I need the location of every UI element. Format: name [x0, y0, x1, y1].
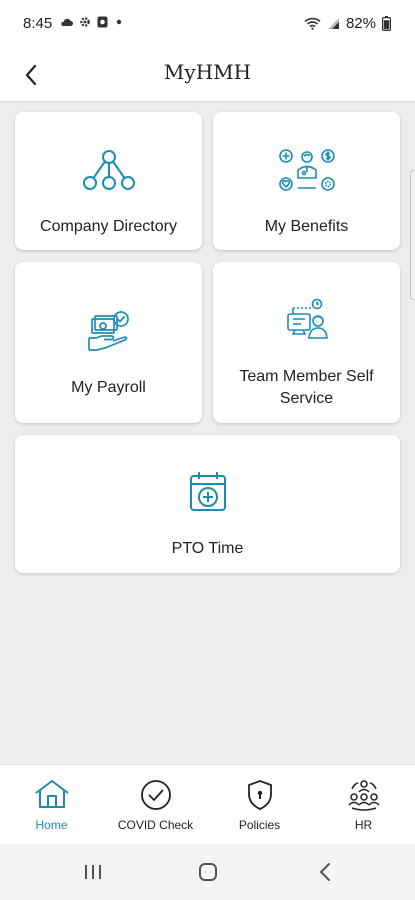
page-title: MyHMH	[163, 60, 252, 84]
app-bar: MyHMH	[0, 48, 415, 102]
tile-grid: Company Directory My Benefits My Payroll…	[0, 102, 415, 764]
system-navigation-bar	[0, 844, 415, 900]
status-bar: 8:45 82%	[0, 0, 415, 48]
home-system-button[interactable]	[193, 858, 223, 886]
battery-percent: 82%	[345, 15, 376, 32]
recents-button[interactable]	[78, 858, 108, 886]
wifi-icon	[304, 17, 321, 30]
nav-label: COVID Check	[117, 818, 194, 832]
shield-lock-icon	[247, 780, 272, 810]
tile-label: Company Directory	[40, 218, 177, 235]
dot-icon	[116, 19, 122, 25]
status-left-icons	[60, 16, 124, 28]
self-service-icon	[286, 298, 328, 339]
tile-label: My Benefits	[264, 218, 349, 235]
cloud-icon	[61, 18, 73, 26]
payroll-hand-icon	[87, 311, 129, 351]
status-time: 8:45	[23, 15, 53, 32]
check-circle-icon	[140, 780, 171, 810]
tile-label: My Payroll	[71, 379, 146, 396]
signal-icon	[327, 18, 339, 29]
tile-label: PTO Time	[171, 540, 244, 557]
gear-icon	[80, 17, 90, 27]
tile-my-payroll[interactable]: My Payroll	[15, 262, 202, 423]
scroll-indicator	[410, 170, 415, 300]
back-system-button[interactable]	[310, 858, 340, 886]
nav-hr[interactable]: HR	[312, 765, 415, 845]
home-circle-icon	[199, 863, 217, 881]
home-icon	[34, 780, 69, 808]
tile-label: Team Member Self Service	[239, 368, 374, 407]
tile-pto-time[interactable]: PTO Time	[15, 435, 400, 573]
tile-team-member-self-service[interactable]: Team Member Self Service	[213, 262, 400, 423]
people-cycle-icon	[347, 780, 380, 811]
tile-my-benefits[interactable]: My Benefits	[213, 112, 400, 250]
nav-home[interactable]: Home	[0, 765, 103, 845]
nav-policies[interactable]: Policies	[208, 765, 311, 845]
org-network-icon	[82, 150, 135, 190]
nav-label: HR	[354, 818, 373, 832]
recents-icon	[85, 865, 101, 879]
benefits-icon	[278, 149, 335, 191]
status-right: 82%	[304, 15, 391, 32]
nav-label: Home	[35, 818, 68, 832]
nav-covid-check[interactable]: COVID Check	[104, 765, 207, 845]
nav-label: Policies	[238, 818, 281, 832]
calendar-plus-icon	[189, 472, 226, 511]
tile-company-directory[interactable]: Company Directory	[15, 112, 202, 250]
app-icon	[97, 16, 108, 28]
back-chevron-icon	[320, 863, 330, 881]
battery-icon	[382, 16, 391, 31]
bottom-navigation: Home COVID Check Policies HR	[0, 764, 415, 844]
